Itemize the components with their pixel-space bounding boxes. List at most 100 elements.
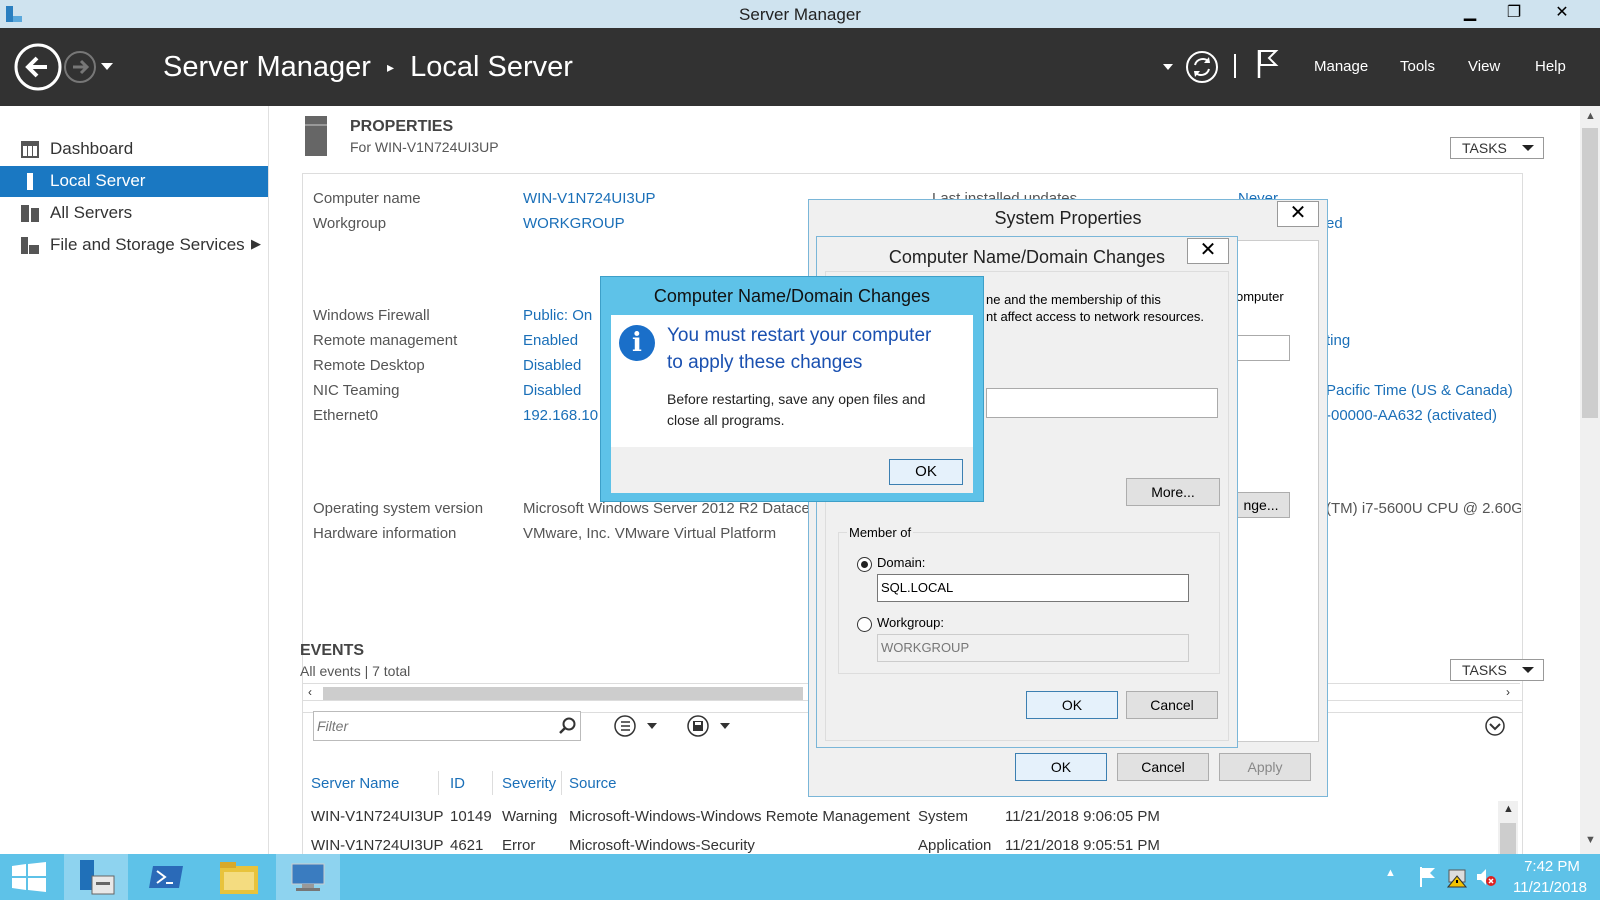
prop-value: VMware, Inc. VMware Virtual Platform	[523, 525, 777, 542]
sidebar-item-all-servers[interactable]: All Servers	[0, 198, 268, 229]
forward-button[interactable]	[63, 50, 97, 84]
dialog-text: omputer	[1236, 289, 1284, 304]
prop-value-link[interactable]: -00000-AA632 (activated)	[1326, 407, 1497, 424]
taskbar-powershell[interactable]	[135, 854, 199, 900]
column-header-id[interactable]: ID	[450, 775, 465, 792]
restore-button[interactable]: ❐	[1492, 0, 1536, 26]
breadcrumb-root[interactable]: Server Manager	[163, 51, 371, 83]
column-header-source[interactable]: Source	[569, 775, 617, 792]
close-button[interactable]: ✕	[1277, 201, 1319, 227]
window-title-bar: Server Manager ▁ ❐ ✕	[0, 0, 1600, 28]
more-button[interactable]: More...	[1126, 478, 1220, 506]
prop-value-link[interactable]: Enabled	[523, 332, 578, 349]
start-button[interactable]	[0, 854, 64, 900]
close-window-button[interactable]: ✕	[1536, 0, 1588, 26]
prop-value: (TM) i7-5600U CPU @ 2.60GHz, In	[1326, 500, 1521, 517]
show-hidden-icons[interactable]: ▲	[1385, 867, 1396, 879]
cell-source: Microsoft-Windows-Security	[569, 837, 755, 854]
change-button[interactable]: nge...	[1232, 492, 1290, 518]
sidebar-item-label: Local Server	[50, 171, 146, 190]
query-options-icon[interactable]	[614, 715, 664, 737]
clock-date[interactable]: 11/21/2018	[1505, 879, 1595, 896]
scrollbar-thumb[interactable]	[323, 687, 803, 701]
breadcrumb: Server Manager ▸ Local Server	[163, 50, 573, 84]
column-header-server-name[interactable]: Server Name	[311, 775, 399, 792]
events-tasks-button[interactable]: TASKS	[1450, 659, 1544, 681]
volume-muted-icon[interactable]	[1475, 866, 1497, 888]
prop-value-link[interactable]: ed	[1326, 215, 1343, 232]
taskbar-file-explorer[interactable]	[206, 854, 270, 900]
domain-input[interactable]: SQL.LOCAL	[877, 574, 1189, 602]
events-table-scrollbar[interactable]: ▲	[1498, 801, 1518, 857]
computer-description-field[interactable]	[1234, 335, 1290, 361]
prop-value-link[interactable]: 192.168.10	[523, 407, 598, 424]
refresh-dropdown-icon[interactable]	[1163, 64, 1173, 71]
radio-selected-dot	[861, 561, 868, 568]
tasks-label: TASKS	[1462, 140, 1507, 156]
sidebar-item-dashboard[interactable]: Dashboard	[0, 134, 268, 165]
action-center-flag-icon[interactable]	[1418, 866, 1438, 888]
description-text: nt affect access to network resources.	[986, 309, 1204, 324]
scroll-right-icon[interactable]: ›	[1506, 685, 1510, 699]
dialog-title: System Properties	[994, 208, 1142, 228]
apply-button[interactable]: Apply	[1219, 753, 1311, 781]
menu-help[interactable]: Help	[1535, 58, 1566, 75]
sidebar-item-local-server[interactable]: Local Server	[0, 166, 268, 197]
taskbar-server-manager[interactable]	[64, 854, 128, 900]
table-row[interactable]: WIN-V1N724UI3UP 10149 Warning Microsoft-…	[303, 805, 1493, 829]
prop-value-link[interactable]: ting	[1326, 332, 1350, 349]
events-filter-input[interactable]: Filter	[313, 711, 581, 741]
domain-radio[interactable]	[857, 557, 872, 572]
clock-time[interactable]: 7:42 PM	[1518, 858, 1586, 875]
computer-name-field[interactable]	[986, 388, 1218, 418]
prop-value-link[interactable]: Public: On	[523, 307, 592, 324]
scroll-up-icon[interactable]: ▲	[1503, 803, 1514, 815]
menu-manage[interactable]: Manage	[1314, 58, 1368, 75]
cancel-button[interactable]: Cancel	[1117, 753, 1209, 781]
column-divider	[438, 771, 439, 795]
cell-severity: Error	[502, 837, 536, 854]
prop-label: Remote management	[313, 332, 458, 349]
refresh-icon[interactable]	[1185, 50, 1219, 84]
prop-value-link[interactable]: Disabled	[523, 357, 581, 374]
storage-icon	[21, 237, 39, 254]
table-row[interactable]: WIN-V1N724UI3UP 4621 Error Microsoft-Win…	[303, 835, 1493, 855]
main-vertical-scrollbar[interactable]: ▲ ▼	[1580, 106, 1600, 854]
menu-tools[interactable]: Tools	[1400, 58, 1435, 75]
sidebar-item-file-storage[interactable]: File and Storage Services ▶	[0, 230, 268, 261]
ok-button[interactable]: OK	[1015, 753, 1107, 781]
expand-section-icon[interactable]	[1484, 715, 1506, 737]
sidebar-item-label: File and Storage Services	[50, 235, 245, 254]
cancel-button[interactable]: Cancel	[1126, 691, 1218, 719]
close-button[interactable]: ✕	[1187, 238, 1229, 264]
ok-button[interactable]: OK	[1026, 691, 1118, 719]
taskbar-system-properties[interactable]	[276, 854, 340, 900]
message-area: i You must restart your computer to appl…	[611, 315, 973, 447]
minimize-button[interactable]: ▁	[1448, 0, 1492, 26]
prop-value-link[interactable]: Pacific Time (US & Canada)	[1326, 382, 1513, 399]
history-dropdown-icon[interactable]	[100, 62, 114, 72]
menu-view[interactable]: View	[1468, 58, 1500, 75]
scroll-down-icon[interactable]: ▼	[1585, 834, 1596, 846]
scrollbar-thumb[interactable]	[1500, 823, 1516, 857]
search-icon[interactable]	[559, 717, 577, 735]
notifications-flag-icon[interactable]	[1256, 48, 1280, 80]
scrollbar-thumb[interactable]	[1582, 128, 1598, 418]
prop-value-link[interactable]: WORKGROUP	[523, 215, 625, 232]
properties-tasks-button[interactable]: TASKS	[1450, 137, 1544, 159]
ok-button[interactable]: OK	[889, 459, 963, 485]
prop-value-link[interactable]: Disabled	[523, 382, 581, 399]
network-warning-icon[interactable]	[1447, 866, 1469, 888]
save-query-icon[interactable]	[687, 715, 737, 737]
prop-value: Microsoft Windows Server 2012 R2 Datace	[523, 500, 810, 517]
column-header-severity[interactable]: Severity	[502, 775, 556, 792]
scroll-left-icon[interactable]: ‹	[308, 685, 312, 699]
back-button[interactable]	[13, 42, 63, 92]
events-subtitle: All events | 7 total	[300, 663, 411, 679]
prop-label: NIC Teaming	[313, 382, 400, 399]
scroll-up-icon[interactable]: ▲	[1585, 110, 1596, 122]
server-manager-icon	[80, 860, 115, 895]
workgroup-input: WORKGROUP	[877, 634, 1189, 662]
workgroup-radio[interactable]	[857, 617, 872, 632]
prop-value-link[interactable]: WIN-V1N724UI3UP	[523, 190, 656, 207]
